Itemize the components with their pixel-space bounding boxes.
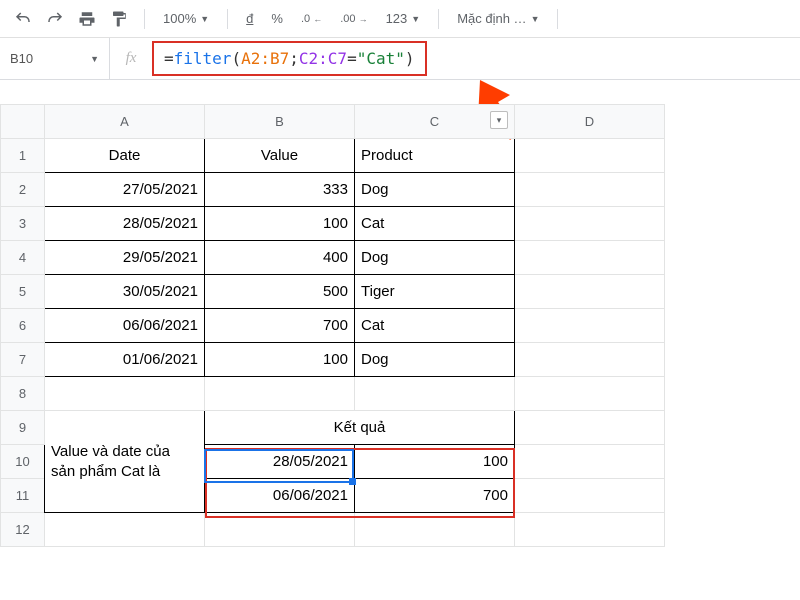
row-header[interactable]: 9 [1,411,45,445]
cell[interactable]: 28/05/2021 [45,207,205,241]
row-header[interactable]: 10 [1,445,45,479]
cell[interactable] [355,513,515,547]
cell[interactable]: 29/05/2021 [45,241,205,275]
select-all-corner[interactable] [1,105,45,139]
zoom-dropdown[interactable]: 100% ▼ [157,6,215,32]
cell[interactable] [515,309,665,343]
cell[interactable] [515,241,665,275]
column-header-A[interactable]: A [45,105,205,139]
row-header[interactable]: 4 [1,241,45,275]
row-header[interactable]: 5 [1,275,45,309]
cell[interactable]: 28/05/2021 [205,445,355,479]
toolbar: 100%▼ đ % .0 ← .00 → 123▼ Mặc định …▼ [0,0,800,38]
cell[interactable]: 27/05/2021 [45,173,205,207]
cell[interactable]: Cat [355,309,515,343]
cell-result-header[interactable]: Kết quả [205,411,515,445]
cell[interactable]: 333 [205,173,355,207]
cell[interactable]: Value [205,139,355,173]
undo-icon[interactable] [10,6,36,32]
cell[interactable] [515,411,665,445]
cell[interactable] [515,479,665,513]
active-cell-ref: B10 [10,51,33,66]
cell[interactable] [515,207,665,241]
row-header[interactable]: 8 [1,377,45,411]
num-format-label: 123 [386,11,408,26]
cell[interactable]: 06/06/2021 [45,309,205,343]
cell[interactable] [515,513,665,547]
cell[interactable]: 01/06/2021 [45,343,205,377]
cell[interactable] [515,173,665,207]
decrease-decimal-button[interactable]: .0 ← [295,6,328,32]
column-header-C[interactable]: C▾ [355,105,515,139]
filter-icon[interactable]: ▾ [490,111,508,129]
cell[interactable]: 700 [205,309,355,343]
column-header-B[interactable]: B [205,105,355,139]
cell[interactable] [515,139,665,173]
row-header[interactable]: 2 [1,173,45,207]
percent-button[interactable]: % [265,6,289,32]
cell[interactable] [515,377,665,411]
increase-decimal-button[interactable]: .00 → [334,6,373,32]
cell-result-label[interactable]: Value và date của sản phẩm Cat là [45,411,205,513]
cell[interactable] [355,377,515,411]
formula-input[interactable]: =filter(A2:B7;C2:C7="Cat") [152,41,427,76]
separator [227,9,228,29]
font-name: Mặc định … [457,11,526,26]
chevron-down-icon: ▼ [531,14,540,24]
font-dropdown[interactable]: Mặc định … ▼ [451,6,545,32]
cell[interactable] [515,343,665,377]
cell[interactable] [515,275,665,309]
print-icon[interactable] [74,6,100,32]
row-header[interactable]: 11 [1,479,45,513]
redo-icon[interactable] [42,6,68,32]
cell[interactable]: 100 [355,445,515,479]
row-header[interactable]: 3 [1,207,45,241]
formula-bar: B10 ▼ fx =filter(A2:B7;C2:C7="Cat") [0,38,800,80]
cell[interactable]: Product [355,139,515,173]
separator [557,9,558,29]
cell[interactable]: 100 [205,343,355,377]
currency-button[interactable]: đ [240,6,259,32]
cell[interactable]: Dog [355,173,515,207]
zoom-value: 100% [163,11,196,26]
cell[interactable]: Dog [355,241,515,275]
cell[interactable]: Dog [355,343,515,377]
separator [144,9,145,29]
chevron-down-icon: ▼ [90,54,99,64]
cell[interactable]: 700 [355,479,515,513]
row-header[interactable]: 1 [1,139,45,173]
cell[interactable]: Cat [355,207,515,241]
cell[interactable]: 06/06/2021 [205,479,355,513]
paint-format-icon[interactable] [106,6,132,32]
row-header[interactable]: 6 [1,309,45,343]
cell[interactable] [45,513,205,547]
fx-icon: fx [110,50,152,67]
cell[interactable]: Date [45,139,205,173]
cell[interactable] [205,377,355,411]
chevron-down-icon: ▼ [411,14,420,24]
spreadsheet-grid[interactable]: A B C▾ D 1 Date Value Product 2 27/05/20… [0,104,800,547]
separator [438,9,439,29]
cell[interactable]: 100 [205,207,355,241]
column-header-D[interactable]: D [515,105,665,139]
number-format-dropdown[interactable]: 123▼ [380,6,427,32]
row-header[interactable]: 7 [1,343,45,377]
cell[interactable]: 400 [205,241,355,275]
cell[interactable]: Tiger [355,275,515,309]
cell[interactable]: 500 [205,275,355,309]
name-box[interactable]: B10 ▼ [0,38,110,79]
cell[interactable]: 30/05/2021 [45,275,205,309]
cell[interactable] [515,445,665,479]
cell[interactable] [205,513,355,547]
cell[interactable] [45,377,205,411]
row-header[interactable]: 12 [1,513,45,547]
chevron-down-icon: ▼ [200,14,209,24]
